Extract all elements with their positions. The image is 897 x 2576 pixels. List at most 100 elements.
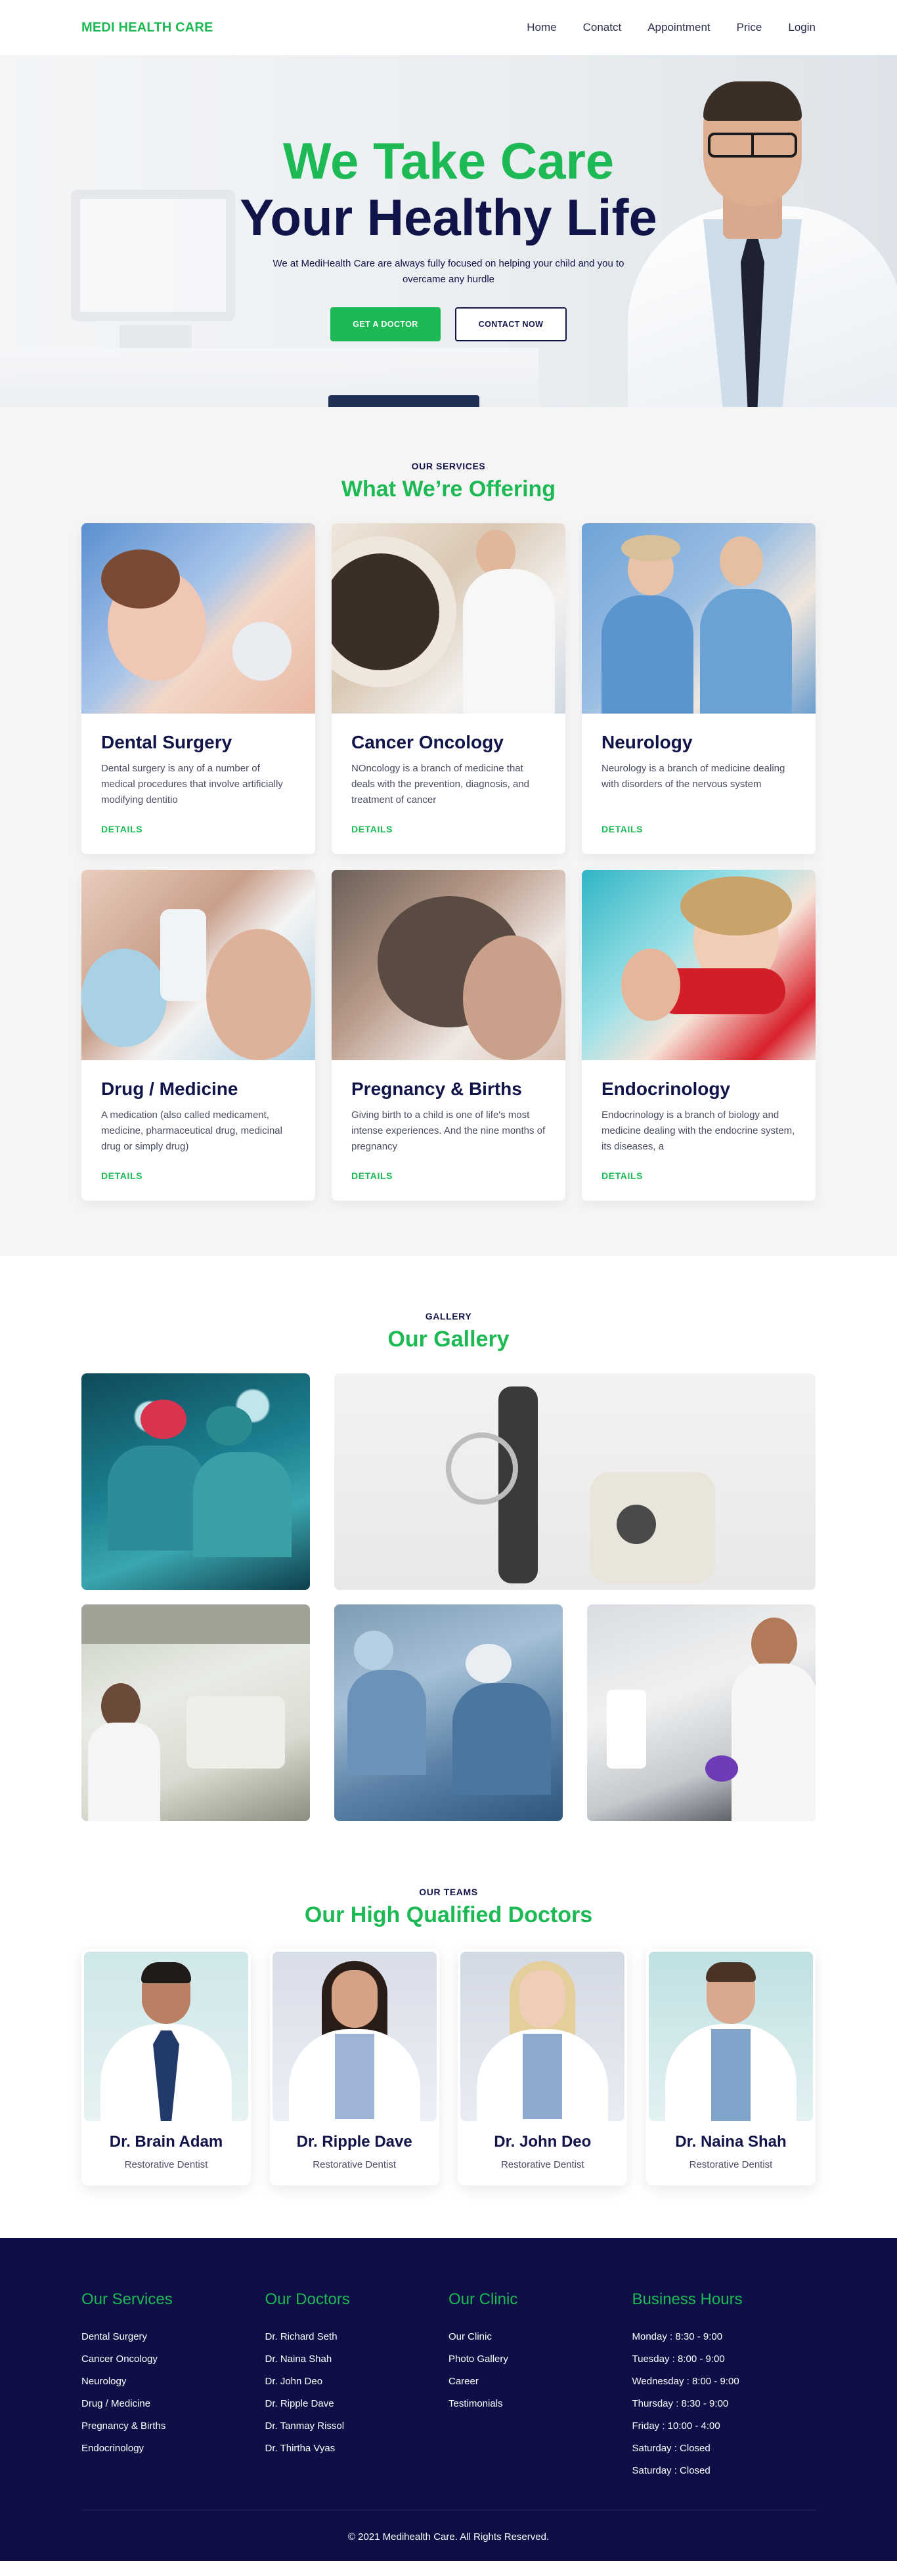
business-hours-entry: Friday : 10:00 - 4:00 xyxy=(632,2420,720,2432)
footer-link[interactable]: Our Clinic xyxy=(448,2326,632,2348)
service-description: NOncology is a branch of medicine that d… xyxy=(351,763,530,805)
service-card-dental-surgery: Dental Surgery Dental surgery is any of … xyxy=(81,523,315,854)
footer-link[interactable]: Dr. Thirtha Vyas xyxy=(265,2437,449,2460)
nav-link-price[interactable]: Price xyxy=(737,21,762,34)
footer-link[interactable]: Career xyxy=(448,2371,632,2393)
hero-content: We Take Care Your Healthy Life We at Med… xyxy=(0,133,897,341)
service-description: Neurology is a branch of medicine dealin… xyxy=(602,763,785,790)
service-card-pregnancy-births: Pregnancy & Births Giving birth to a chi… xyxy=(332,870,565,1201)
services-kicker: OUR SERVICES xyxy=(411,461,486,471)
teams-kicker: OUR TEAMS xyxy=(419,1887,478,1897)
service-description: Giving birth to a child is one of life's… xyxy=(351,1109,546,1152)
teams-section: OUR TEAMS Our High Qualified Doctors Dr.… xyxy=(0,1866,897,2238)
footer-link[interactable]: Endocrinology xyxy=(81,2437,265,2460)
service-title: Drug / Medicine xyxy=(101,1079,238,1099)
dental-surgery-image xyxy=(81,523,315,714)
hero-background-clipboard xyxy=(328,395,479,407)
footer-link[interactable]: Dr. Richard Seth xyxy=(265,2326,449,2348)
footer-column-business-hours: Business Hours Monday : 8:30 - 9:00 Tues… xyxy=(632,2290,816,2482)
footer-link[interactable]: Drug / Medicine xyxy=(81,2393,265,2415)
footer-link[interactable]: Dental Surgery xyxy=(81,2326,265,2348)
doctor-card[interactable]: Dr. John Deo Restorative Dentist xyxy=(458,1949,628,2185)
footer-link[interactable]: Cancer Oncology xyxy=(81,2348,265,2371)
doctor-role: Restorative Dentist xyxy=(313,2159,397,2170)
doctor-role: Restorative Dentist xyxy=(124,2159,208,2170)
service-title: Pregnancy & Births xyxy=(351,1079,522,1099)
footer-link[interactable]: Dr. Tanmay Rissol xyxy=(265,2415,449,2437)
site-footer: Our Services Dental Surgery Cancer Oncol… xyxy=(0,2238,897,2561)
doctor-photo xyxy=(460,1952,625,2121)
gallery-image-operating-room[interactable] xyxy=(334,1604,563,1821)
cancer-oncology-image xyxy=(332,523,565,714)
footer-link[interactable]: Testimonials xyxy=(448,2393,632,2415)
service-description: Dental surgery is any of a number of med… xyxy=(101,763,283,805)
doctor-card[interactable]: Dr. Brain Adam Restorative Dentist xyxy=(81,1949,251,2185)
services-section: OUR SERVICES What We’re Offering Dental … xyxy=(0,407,897,1256)
service-details-link[interactable]: DETAILS xyxy=(101,1170,142,1181)
footer-link[interactable]: Photo Gallery xyxy=(448,2348,632,2371)
site-logo[interactable]: MEDI HEALTH CARE xyxy=(81,20,213,35)
teams-title: Our High Qualified Doctors xyxy=(304,1902,593,1927)
footer-link[interactable]: Neurology xyxy=(81,2371,265,2393)
gallery-image-scientist[interactable] xyxy=(587,1604,816,1821)
service-details-link[interactable]: DETAILS xyxy=(351,1170,393,1181)
service-details-link[interactable]: DETAILS xyxy=(101,824,142,834)
gallery-kicker: GALLERY xyxy=(425,1311,472,1321)
gallery-image-eye-equipment[interactable] xyxy=(334,1373,816,1590)
service-details-link[interactable]: DETAILS xyxy=(602,1170,643,1181)
footer-link[interactable]: Dr. Ripple Dave xyxy=(265,2393,449,2415)
gallery-section: GALLERY Our Gallery xyxy=(0,1256,897,1866)
nav-links: Home Conatct Appointment Price Login xyxy=(527,21,816,34)
business-hours-entry: Saturday : Closed xyxy=(632,2465,711,2476)
doctor-photo xyxy=(84,1952,248,2121)
services-title: What We’re Offering xyxy=(341,477,556,502)
footer-heading: Business Hours xyxy=(632,2290,743,2308)
gallery-grid xyxy=(81,1373,816,1821)
footer-heading: Our Doctors xyxy=(265,2290,350,2308)
service-details-link[interactable]: DETAILS xyxy=(602,824,643,834)
service-details-link[interactable]: DETAILS xyxy=(351,824,393,834)
doctor-name: Dr. Brain Adam xyxy=(109,2133,223,2151)
contact-now-button[interactable]: CONTACT NOW xyxy=(455,307,567,341)
gallery-title: Our Gallery xyxy=(387,1327,510,1352)
business-hours-entry: Thursday : 8:30 - 9:00 xyxy=(632,2398,729,2409)
service-title: Cancer Oncology xyxy=(351,732,504,752)
service-description: Endocrinology is a branch of biology and… xyxy=(602,1109,795,1152)
drug-medicine-image xyxy=(81,870,315,1060)
hero-section: We Take Care Your Healthy Life We at Med… xyxy=(0,55,897,407)
footer-link[interactable]: Pregnancy & Births xyxy=(81,2415,265,2437)
business-hours-entry: Wednesday : 8:00 - 9:00 xyxy=(632,2376,739,2387)
top-navbar: MEDI HEALTH CARE Home Conatct Appointmen… xyxy=(0,0,897,55)
copyright-text: © 2021 Medihealth Care. All Rights Reser… xyxy=(347,2531,550,2543)
hero-subtitle: We at MediHealth Care are always fully f… xyxy=(273,258,624,285)
endocrinology-image xyxy=(582,870,816,1060)
nav-link-appointment[interactable]: Appointment xyxy=(647,21,710,34)
footer-link[interactable]: Dr. John Deo xyxy=(265,2371,449,2393)
footer-column-doctors: Our Doctors Dr. Richard Seth Dr. Naina S… xyxy=(265,2290,449,2482)
footer-link[interactable]: Dr. Naina Shah xyxy=(265,2348,449,2371)
service-card-cancer-oncology: Cancer Oncology NOncology is a branch of… xyxy=(332,523,565,854)
get-a-doctor-button[interactable]: GET A DOCTOR xyxy=(330,307,441,341)
hero-title-line1: We Take Care xyxy=(282,132,615,190)
gallery-image-lab-technician[interactable] xyxy=(81,1604,310,1821)
doctor-card[interactable]: Dr. Ripple Dave Restorative Dentist xyxy=(269,1949,439,2185)
doctor-photo xyxy=(648,1952,813,2121)
nav-link-home[interactable]: Home xyxy=(527,21,556,34)
business-hours-entry: Tuesday : 8:00 - 9:00 xyxy=(632,2353,725,2365)
nav-link-login[interactable]: Login xyxy=(788,21,816,34)
service-title: Endocrinology xyxy=(602,1079,730,1099)
hero-buttons: GET A DOCTOR CONTACT NOW xyxy=(0,307,897,341)
doctor-role: Restorative Dentist xyxy=(500,2159,584,2170)
gallery-image-surgery[interactable] xyxy=(81,1373,310,1590)
footer-heading: Our Clinic xyxy=(448,2290,518,2308)
business-hours-entry: Saturday : Closed xyxy=(632,2443,711,2454)
doctors-grid: Dr. Brain Adam Restorative Dentist Dr. R… xyxy=(81,1949,816,2185)
doctor-photo xyxy=(272,1952,437,2121)
doctor-name: Dr. Naina Shah xyxy=(675,2133,787,2151)
doctor-card[interactable]: Dr. Naina Shah Restorative Dentist xyxy=(645,1949,816,2185)
services-grid: Dental Surgery Dental surgery is any of … xyxy=(81,523,816,1201)
nav-link-contact[interactable]: Conatct xyxy=(583,21,622,34)
footer-heading: Our Services xyxy=(81,2290,173,2308)
service-card-drug-medicine: Drug / Medicine A medication (also calle… xyxy=(81,870,315,1201)
doctor-role: Restorative Dentist xyxy=(689,2159,773,2170)
